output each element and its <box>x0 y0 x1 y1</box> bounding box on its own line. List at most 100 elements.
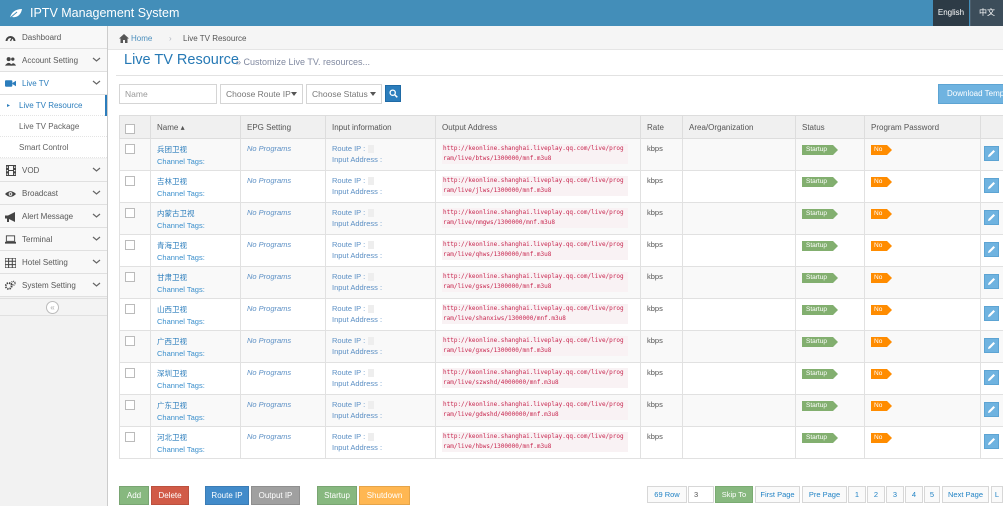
output-address: http://keonline.shanghai.liveplay.qq.com… <box>442 272 628 292</box>
page-1-button[interactable]: 1 <box>848 486 866 503</box>
epg-setting-link[interactable]: No Programs <box>247 208 325 217</box>
channel-name-link[interactable]: 甘肃卫视 <box>157 272 240 283</box>
delete-button[interactable]: Delete <box>151 486 189 505</box>
edit-button[interactable] <box>984 338 999 353</box>
search-button[interactable] <box>385 85 401 102</box>
status-badge: Startup <box>802 369 838 379</box>
first-page-button[interactable]: First Page <box>755 486 800 503</box>
edit-button[interactable] <box>984 178 999 193</box>
epg-setting-link[interactable]: No Programs <box>247 304 325 313</box>
edit-button[interactable] <box>984 210 999 225</box>
sidebar-item-vod[interactable]: VOD <box>0 159 107 182</box>
edit-button[interactable] <box>984 434 999 449</box>
row-checkbox[interactable] <box>125 240 135 250</box>
brand[interactable]: IPTV Management System <box>9 4 179 22</box>
row-checkbox[interactable] <box>125 304 135 314</box>
startup-button[interactable]: Startup <box>317 486 357 505</box>
row-checkbox[interactable] <box>125 432 135 442</box>
edit-button[interactable] <box>984 274 999 289</box>
sidebar-item-live-tv[interactable]: Live TV <box>0 72 107 95</box>
name-cell: 山西卫视 Channel Tags: <box>150 298 241 331</box>
password-badge: No <box>871 433 893 443</box>
channel-name-link[interactable]: 广西卫视 <box>157 336 240 347</box>
page-number-input[interactable]: 3 <box>688 486 714 503</box>
channel-tags-label: Channel Tags: <box>157 221 205 230</box>
rate-value: kbps <box>647 336 663 345</box>
row-select-cell <box>119 298 151 331</box>
channel-name-link[interactable]: 河北卫视 <box>157 432 240 443</box>
epg-setting-link[interactable]: No Programs <box>247 272 325 281</box>
page-3-button[interactable]: 3 <box>886 486 904 503</box>
status-select[interactable]: Choose Status <box>306 84 382 104</box>
epg-setting-link[interactable]: No Programs <box>247 432 325 441</box>
page-4-button[interactable]: 4 <box>905 486 923 503</box>
rate-cell: kbps <box>640 298 683 331</box>
input-address-label: Input Address : <box>332 443 383 453</box>
last-page-button[interactable]: L <box>991 486 1003 503</box>
channel-name-link[interactable]: 兵团卫视 <box>157 144 240 155</box>
sidebar-subitem-smart-control[interactable]: Smart Control <box>0 137 107 158</box>
channel-tags-label: Channel Tags: <box>157 317 205 326</box>
channel-name-link[interactable]: 内蒙古卫视 <box>157 208 240 219</box>
route-ip-label: Route IP : <box>332 272 366 281</box>
edit-button[interactable] <box>984 402 999 417</box>
output-address-cell: http://keonline.shanghai.liveplay.qq.com… <box>435 426 641 459</box>
channel-name-link[interactable]: 吉林卫视 <box>157 176 240 187</box>
sidebar-item-alert-message[interactable]: Alert Message <box>0 205 107 228</box>
channel-name-link[interactable]: 青海卫视 <box>157 240 240 251</box>
page-5-button[interactable]: 5 <box>924 486 940 503</box>
sidebar-subitem-live-tv-package[interactable]: Live TV Package <box>0 116 107 137</box>
sidebar-item-label: Dashboard <box>22 33 62 42</box>
edit-button[interactable] <box>984 306 999 321</box>
epg-setting-link[interactable]: No Programs <box>247 336 325 345</box>
row-checkbox[interactable] <box>125 368 135 378</box>
row-checkbox[interactable] <box>125 336 135 346</box>
status-cell: Startup <box>795 426 865 459</box>
sidebar-item-broadcast[interactable]: Broadcast <box>0 182 107 205</box>
epg-setting-link[interactable]: No Programs <box>247 176 325 185</box>
edit-button[interactable] <box>984 242 999 257</box>
row-checkbox[interactable] <box>125 176 135 186</box>
sidebar-item-system-setting[interactable]: System Setting <box>0 274 107 297</box>
column-header-name[interactable]: Name ▴ <box>150 115 241 139</box>
row-checkbox[interactable] <box>125 400 135 410</box>
collapse-sidebar-button[interactable]: « <box>46 301 59 314</box>
row-checkbox[interactable] <box>125 144 135 154</box>
channel-name-link[interactable]: 广东卫视 <box>157 400 240 411</box>
output-address: http://keonline.shanghai.liveplay.qq.com… <box>442 336 628 356</box>
input-address-label: Input Address : <box>332 315 383 325</box>
language-english-button[interactable]: English <box>933 0 969 26</box>
area-cell <box>682 170 796 203</box>
add-button[interactable]: Add <box>119 486 149 505</box>
row-checkbox[interactable] <box>125 272 135 282</box>
channel-name-link[interactable]: 深圳卫视 <box>157 368 240 379</box>
epg-setting-link[interactable]: No Programs <box>247 144 325 153</box>
output-ip-button[interactable]: Output IP <box>251 486 300 505</box>
route-ip-select[interactable]: Choose Route IP <box>220 84 303 104</box>
active-indicator <box>105 95 107 116</box>
users-icon <box>5 55 16 66</box>
next-page-button[interactable]: Next Page <box>942 486 989 503</box>
sidebar-item-dashboard[interactable]: Dashboard <box>0 26 107 49</box>
edit-button[interactable] <box>984 146 999 161</box>
skip-to-button[interactable]: Skip To <box>715 486 753 503</box>
epg-setting-link[interactable]: No Programs <box>247 400 325 409</box>
download-template-button[interactable]: Download Template <box>938 84 1003 104</box>
select-all-checkbox[interactable] <box>125 123 135 134</box>
language-chinese-button[interactable]: 中文 <box>970 0 1003 26</box>
edit-button[interactable] <box>984 370 999 385</box>
row-checkbox[interactable] <box>125 208 135 218</box>
epg-setting-link[interactable]: No Programs <box>247 240 325 249</box>
sidebar-item-hotel-setting[interactable]: Hotel Setting <box>0 251 107 274</box>
sidebar-item-terminal[interactable]: Terminal <box>0 228 107 251</box>
sidebar-item-account-setting[interactable]: Account Setting <box>0 49 107 72</box>
prev-page-button[interactable]: Pre Page <box>802 486 847 503</box>
route-ip-button[interactable]: Route IP <box>205 486 249 505</box>
name-search-input[interactable]: Name <box>119 84 217 104</box>
breadcrumb-home-link[interactable]: Home <box>119 34 152 43</box>
epg-setting-link[interactable]: No Programs <box>247 368 325 377</box>
channel-name-link[interactable]: 山西卫视 <box>157 304 240 315</box>
sidebar-subitem-live-tv-resource[interactable]: ▸ Live TV Resource <box>0 95 107 116</box>
shutdown-button[interactable]: Shutdown <box>359 486 410 505</box>
page-2-button[interactable]: 2 <box>867 486 885 503</box>
